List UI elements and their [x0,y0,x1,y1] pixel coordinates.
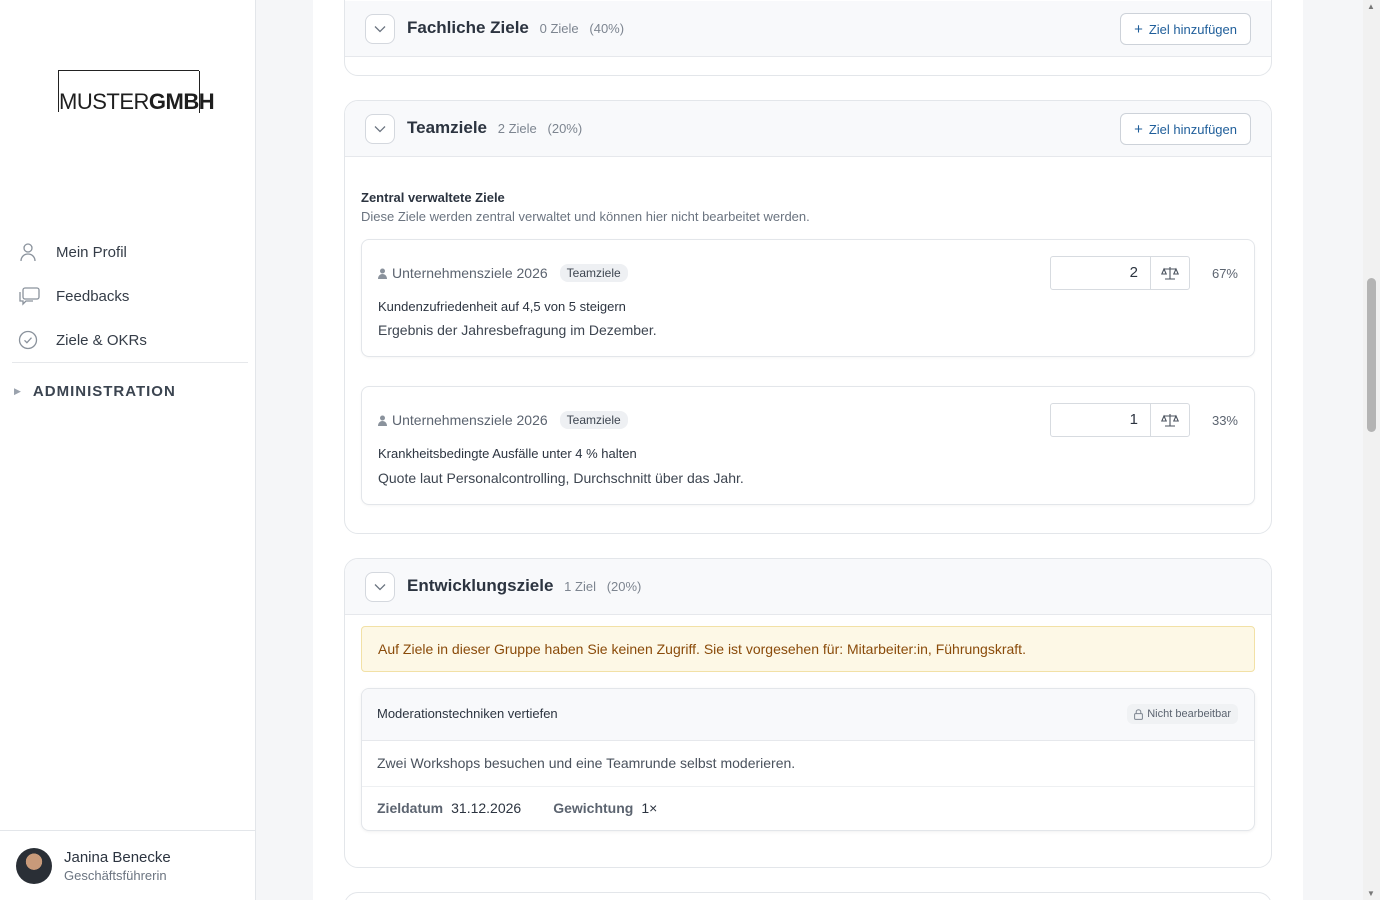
weight-field: 1 [1050,403,1190,437]
goal-source: Unternehmensziele 2026 Teamziele [378,411,628,429]
add-goal-label: Ziel hinzufügen [1148,121,1237,137]
weight-label: Gewichtung [553,800,634,816]
goal-meta: Zieldatum 31.12.2026 Gewichtung 1× [377,800,689,816]
nav-item-feedbacks[interactable]: Feedbacks [0,274,256,318]
central-goals-title: Zentral verwaltete Ziele [361,190,505,205]
caret-right-icon: ▶ [14,386,21,396]
goal-card: Unternehmensziele 2026 Teamziele Krankhe… [361,386,1255,505]
goal-source-name: Unternehmensziele 2026 [392,265,548,281]
group-share: (20%) [547,121,583,136]
goal-card: Unternehmensziele 2026 Teamziele Kundenz… [361,239,1255,357]
user-role: Geschäftsführerin [64,867,167,883]
plus-icon: + [1134,120,1143,138]
group-title-text: Fachliche Ziele [407,18,529,37]
person-icon [378,415,387,426]
add-goal-button[interactable]: + Ziel hinzufügen [1120,113,1251,145]
check-circle-icon [18,330,38,350]
logo-text-bold: GMBH [148,89,215,114]
chat-icon [18,286,40,306]
lock-icon [1134,708,1144,720]
group-count: 2 Ziele [497,121,537,136]
scrollbar-thumb[interactable] [1367,278,1376,432]
goal-card-header: Moderationstechniken vertiefen Nicht bea… [362,689,1254,741]
weight-input[interactable]: 1 [1051,404,1151,436]
collapse-button[interactable] [365,14,395,44]
group-title: Teamziele 2 Ziele (20%) [407,118,582,138]
group-header: Fachliche Ziele 0 Ziele (40%) + Ziel hin… [345,1,1271,57]
goal-source: Unternehmensziele 2026 Teamziele [378,264,628,282]
scrollbar[interactable]: ▲ ▼ [1363,0,1380,900]
goal-group-entwicklung: Entwicklungsziele 1 Ziel (20%) Auf Ziele… [344,558,1272,868]
weight-value: 1× [641,800,658,816]
goal-percent: 33% [1211,413,1238,428]
scale-icon[interactable] [1151,404,1189,436]
nav-label: Feedbacks [56,287,130,305]
goal-description: Zwei Workshops besuchen und eine Teamrun… [377,755,796,771]
goal-group-team: Teamziele 2 Ziele (20%) + Ziel hinzufüge… [344,100,1272,534]
collapse-button[interactable] [365,114,395,144]
administration-toggle[interactable]: ▶ ADMINISTRATION [14,383,176,400]
nav-divider [12,362,248,363]
goal-title: Kundenzufriedenheit auf 4,5 von 5 steige… [378,299,626,314]
target-date-value: 31.12.2026 [451,800,522,816]
nav-label: Mein Profil [56,243,127,261]
main-navigation: Mein Profil Feedbacks Ziele & OKRs [0,230,256,362]
goal-description: Ergebnis der Jahresbefragung im Dezember… [378,322,657,338]
goal-group-next [344,892,1272,900]
not-editable-badge: Nicht bearbeitbar [1127,704,1238,724]
goal-title: Moderationstechniken vertiefen [377,706,558,721]
group-title-text: Entwicklungsziele [407,576,554,595]
user-icon [18,242,38,262]
group-title-text: Teamziele [407,118,488,137]
group-header: Entwicklungsziele 1 Ziel (20%) [345,559,1271,615]
group-header: Teamziele 2 Ziele (20%) + Ziel hinzufüge… [345,101,1271,157]
nav-item-ziele-okrs[interactable]: Ziele & OKRs [0,318,256,362]
collapse-button[interactable] [365,572,395,602]
scroll-down-icon[interactable]: ▼ [1367,889,1375,898]
add-goal-button[interactable]: + Ziel hinzufügen [1120,13,1251,45]
divider [362,786,1254,787]
group-count: 1 Ziel [564,579,596,594]
chevron-down-icon [374,26,386,33]
goal-group-fachliche: Fachliche Ziele 0 Ziele (40%) + Ziel hin… [344,0,1272,76]
goal-source-name: Unternehmensziele 2026 [392,412,548,428]
group-share: (40%) [589,21,625,36]
goal-tag: Teamziele [559,411,628,429]
central-goals-subtitle: Diese Ziele werden zentral verwaltet und… [361,209,810,224]
chevron-down-icon [374,126,386,133]
nav-item-mein-profil[interactable]: Mein Profil [0,230,256,274]
avatar [16,847,52,884]
weight-field: 2 [1050,256,1190,290]
scroll-up-icon[interactable]: ▲ [1367,2,1375,11]
weight-input[interactable]: 2 [1051,257,1151,289]
goal-tag: Teamziele [559,264,628,282]
group-count: 0 Ziele [539,21,579,36]
company-logo: MUSTERGMBH [58,70,215,114]
group-title: Entwicklungsziele 1 Ziel (20%) [407,576,641,596]
nav-label: Ziele & OKRs [56,331,147,349]
sidebar: MUSTERGMBH Mein Profil Feedbacks Ziele &… [0,0,256,900]
plus-icon: + [1134,20,1143,38]
user-profile[interactable]: Janina Benecke Geschäftsführerin [0,830,256,900]
group-title: Fachliche Ziele 0 Ziele (40%) [407,18,624,38]
goal-title: Krankheitsbedingte Ausfälle unter 4 % ha… [378,446,637,461]
person-icon [378,268,387,279]
goal-percent: 67% [1211,266,1238,281]
user-name: Janina Benecke [64,848,171,866]
chevron-down-icon [374,584,386,591]
add-goal-label: Ziel hinzufügen [1148,21,1237,37]
not-editable-label: Nicht bearbeitbar [1147,708,1231,720]
target-date-label: Zieldatum [377,800,444,816]
logo-text-light: MUSTER [59,89,149,114]
administration-label: ADMINISTRATION [32,383,176,400]
no-access-warning: Auf Ziele in dieser Gruppe haben Sie kei… [361,626,1255,672]
group-share: (20%) [606,579,642,594]
goal-card-locked: Moderationstechniken vertiefen Nicht bea… [361,688,1255,831]
scale-icon[interactable] [1151,257,1189,289]
goal-description: Quote laut Personalcontrolling, Durchsch… [378,470,744,486]
